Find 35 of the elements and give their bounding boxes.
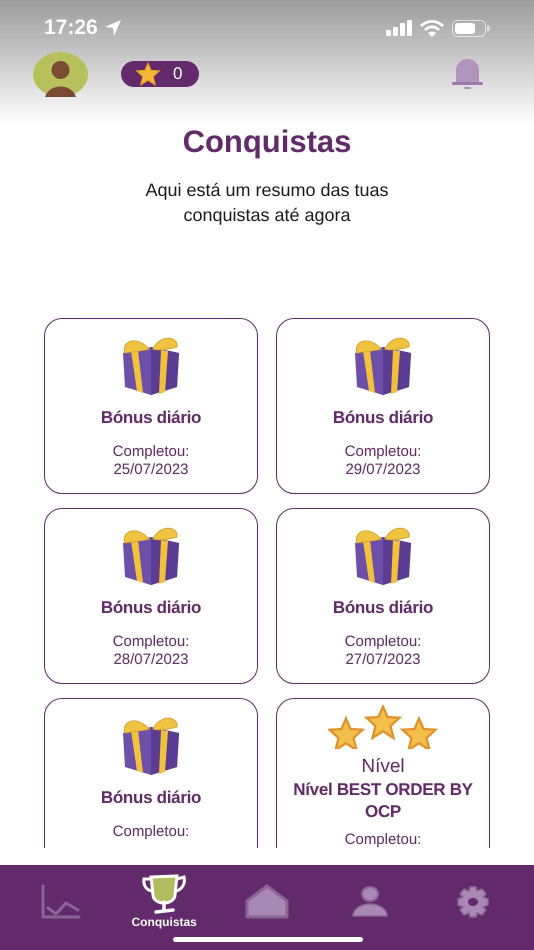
points-count: 0 xyxy=(173,63,182,86)
page-title: Conquistas xyxy=(182,124,352,160)
level-label: Nível xyxy=(361,755,405,779)
completed-label: Completou: xyxy=(112,443,190,461)
completed-label: Completou: xyxy=(112,823,190,841)
completed-date: 29/07/2023 xyxy=(345,461,421,479)
clock-time: 17:26 xyxy=(44,15,98,42)
avatar[interactable] xyxy=(33,52,88,96)
wifi-icon xyxy=(420,20,444,36)
completed-date: 27/07/2023 xyxy=(345,651,421,669)
achievement-title: Bónus diário xyxy=(100,787,202,809)
three-stars-icon xyxy=(328,705,438,749)
home-icon[interactable] xyxy=(244,884,290,920)
settings-icon[interactable] xyxy=(454,886,491,918)
achievement-title: Bónus diário xyxy=(100,597,202,619)
achievement-title: Bónus diário xyxy=(332,597,434,619)
tab-label[interactable]: Conquistas xyxy=(132,915,197,929)
location-arrow-icon xyxy=(104,19,122,37)
trophy-icon[interactable] xyxy=(140,873,188,915)
achievement-title: Bónus diário xyxy=(332,407,434,429)
completed-label: Completou: xyxy=(344,831,422,848)
line-chart-icon[interactable] xyxy=(40,884,82,920)
star-icon xyxy=(135,62,161,86)
achievement-title: Nível BEST ORDER BY OCP xyxy=(292,779,474,823)
page-subtitle: Aqui está um resumo das tuas conquistas até agora xyxy=(144,179,390,227)
completed-label: Completou: xyxy=(344,443,422,461)
completed-label: Completou: xyxy=(344,633,422,651)
person-icon[interactable] xyxy=(352,886,388,918)
completed-date: 28/07/2023 xyxy=(113,651,189,669)
achievement-title: Bónus diário xyxy=(100,407,202,429)
completed-date: 25/07/2023 xyxy=(113,461,189,479)
battery-icon xyxy=(452,20,490,36)
completed-label: Completou: xyxy=(112,633,190,651)
bell-icon[interactable] xyxy=(451,59,484,89)
signal-icon xyxy=(386,20,412,36)
